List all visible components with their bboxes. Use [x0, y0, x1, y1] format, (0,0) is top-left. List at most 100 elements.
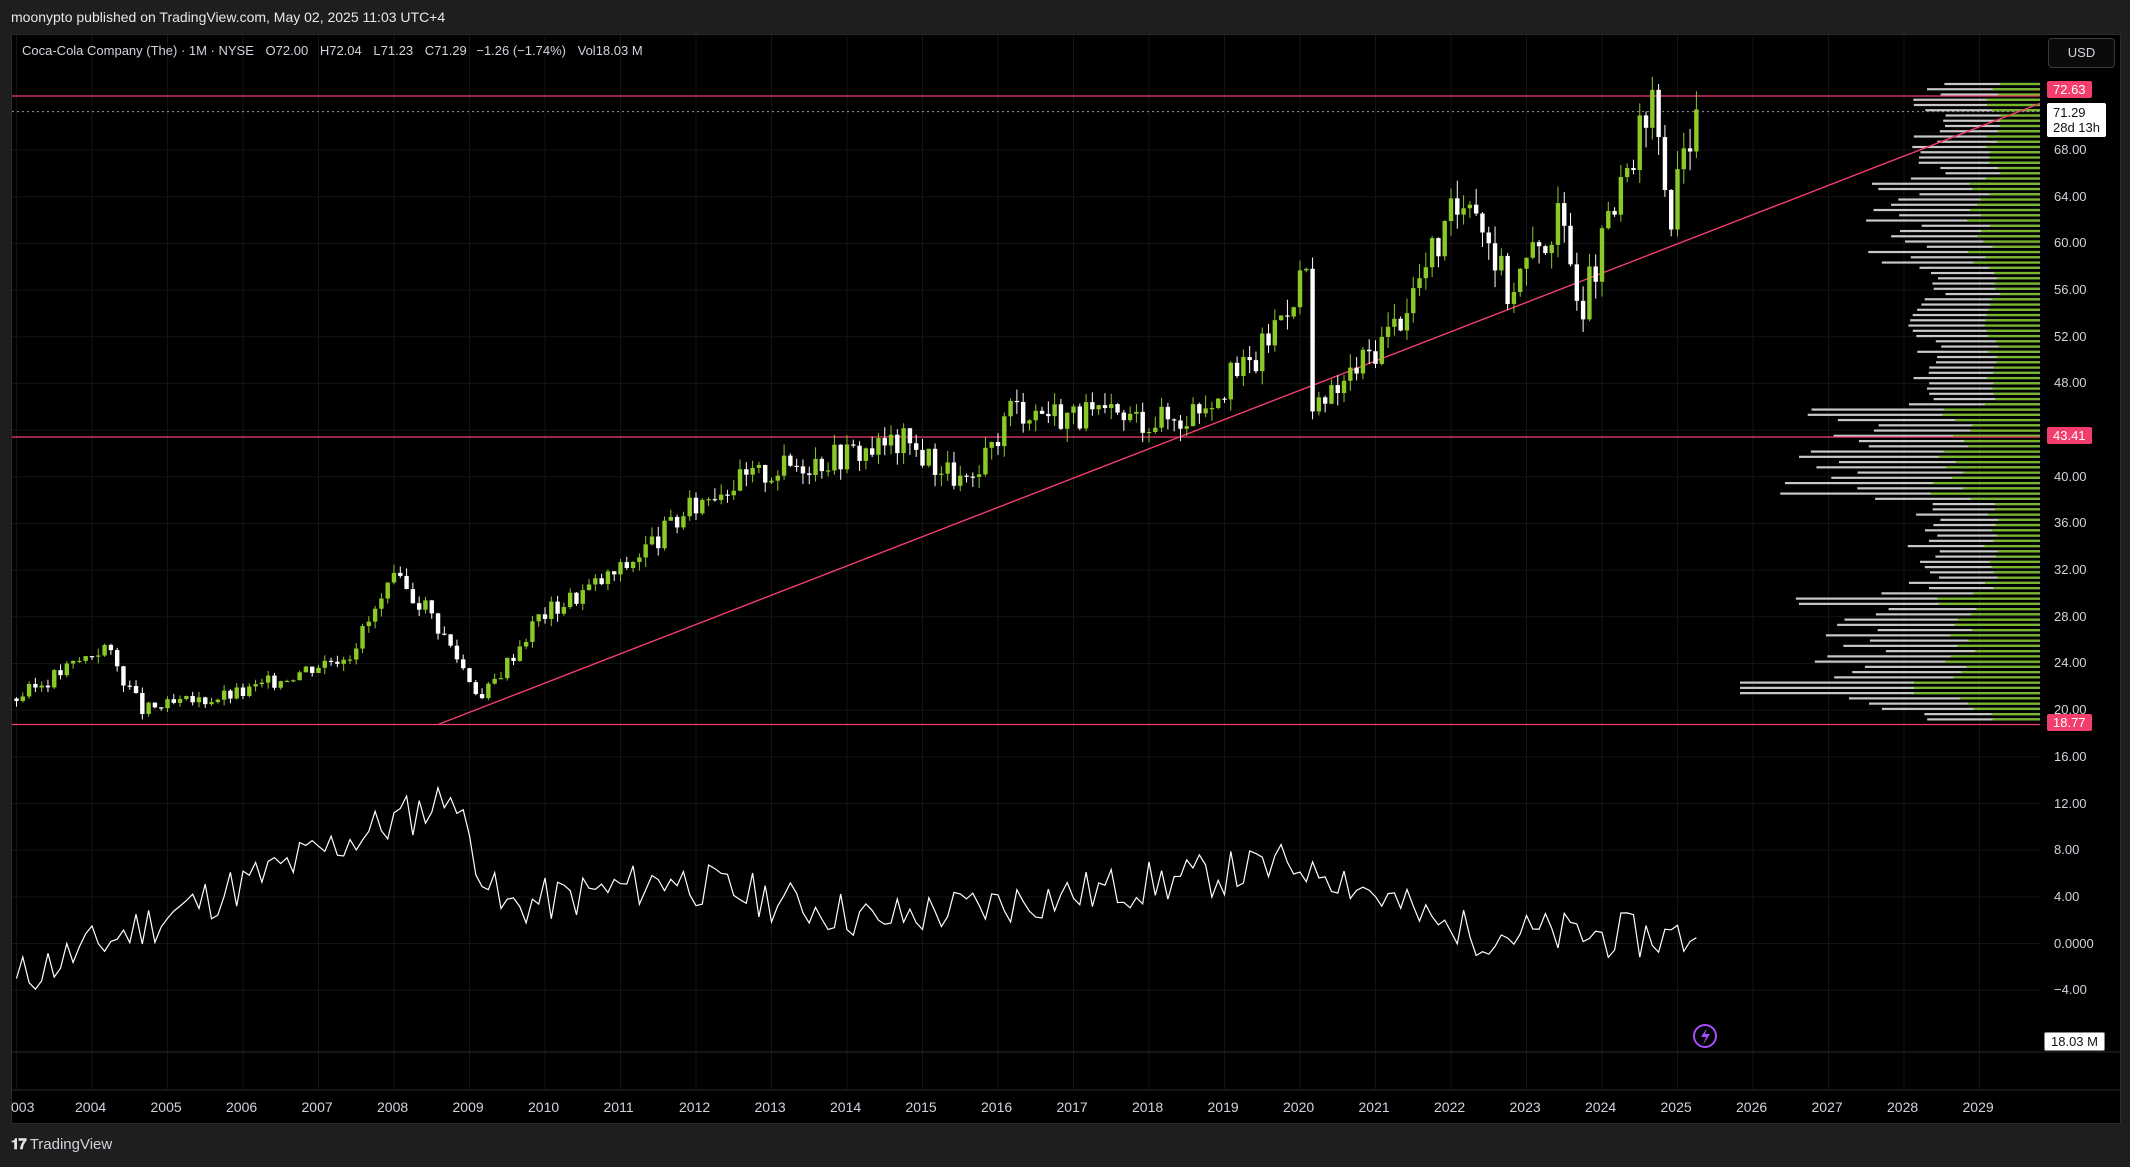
volume-profile-up-bar: [1961, 671, 2040, 674]
high-value: 72.04: [329, 43, 362, 58]
candle-up: [1002, 416, 1007, 447]
tradingview-footer[interactable]: 𝟏𝟕 TradingView: [11, 1136, 112, 1153]
volume-profile-up-bar: [1932, 481, 2040, 485]
candle-up: [1618, 177, 1624, 215]
candle-up: [221, 690, 227, 700]
volume-value-tag: 18.03 M: [2044, 1032, 2105, 1051]
candle-down: [1197, 404, 1202, 414]
volume-profile-up-bar: [1953, 676, 2040, 679]
candle-up: [1096, 405, 1101, 410]
volume-profile-up-bar: [1937, 597, 2040, 600]
candle-down: [240, 687, 246, 696]
candle-down: [1020, 401, 1026, 424]
candle-up: [196, 697, 202, 703]
candle-down: [1354, 367, 1359, 374]
volume-profile-up-bar: [1997, 576, 2040, 579]
volume-profile-up-bar: [1986, 313, 2040, 317]
candle-up: [372, 608, 378, 622]
candle-up: [769, 480, 774, 483]
candle-up: [284, 680, 290, 683]
volume-profile-up-bar: [1994, 271, 2040, 275]
candle-down: [1492, 243, 1498, 271]
candle-up: [718, 494, 724, 501]
candle-up: [958, 475, 963, 486]
candle-down: [328, 660, 334, 662]
volume-profile-up-bar: [1914, 692, 2040, 695]
volume-profile-up-bar: [1970, 429, 2040, 432]
candle-up: [1404, 313, 1410, 331]
candle-up: [1134, 411, 1139, 414]
candle-up: [989, 442, 994, 448]
candle-up: [1587, 266, 1592, 320]
candle-up: [102, 644, 107, 656]
candle-up: [341, 659, 346, 664]
oscillator-line: [15, 785, 1697, 991]
candle-up: [863, 448, 869, 461]
candle-down: [1046, 413, 1051, 417]
volume-profile-up-bar: [1914, 681, 2040, 684]
candle-up: [1392, 318, 1397, 327]
candle-down: [203, 697, 208, 705]
candle-down: [1543, 246, 1548, 254]
time-axis-label: 2018: [1132, 1099, 1164, 1115]
candle-up: [523, 641, 529, 647]
candle-down: [542, 614, 548, 619]
candle-up: [234, 687, 239, 699]
candle-up: [83, 656, 88, 661]
time-axis-label: 2020: [1283, 1099, 1315, 1115]
candle-down: [1247, 357, 1252, 361]
candle-down: [190, 696, 195, 703]
time-axis-label: 2028: [1887, 1099, 1919, 1115]
candle-up: [586, 584, 592, 591]
time-axis-label: 2015: [905, 1099, 937, 1115]
volume-profile-up-bar: [1967, 250, 2040, 254]
candle-up: [630, 562, 636, 568]
time-axis-label: 2004: [75, 1099, 107, 1115]
candle-up: [391, 572, 397, 583]
candle-down: [398, 572, 403, 576]
currency-button[interactable]: USD: [2048, 38, 2115, 68]
candle-down: [907, 428, 913, 444]
candle-down: [133, 686, 139, 693]
candle-down: [964, 475, 969, 477]
candle-down: [970, 476, 976, 478]
volume-profile-up-bar: [1986, 98, 2040, 101]
price-chart[interactable]: [0, 0, 2130, 1167]
vol-value: 18.03 M: [595, 43, 643, 58]
candle-down: [869, 448, 875, 455]
volume-profile-up-bar: [1994, 508, 2040, 511]
volume-profile-up-bar: [1997, 277, 2040, 280]
candle-up: [1241, 357, 1246, 376]
volume-profile-up-bar: [1938, 602, 2040, 605]
candle-down: [807, 473, 812, 476]
time-axis-label: 2019: [1207, 1099, 1239, 1115]
volume-profile-up-bar: [1989, 193, 2040, 196]
time-axis-label: 2017: [1056, 1099, 1088, 1115]
candle-up: [561, 606, 567, 614]
candle-down: [1669, 189, 1674, 230]
candle-up: [643, 544, 648, 558]
bar-countdown: 28d 13h: [2053, 120, 2100, 135]
candle-up: [1624, 167, 1630, 178]
candle-up: [939, 473, 944, 475]
volume-profile-up-bar: [1975, 650, 2040, 653]
candle-down: [1687, 148, 1693, 152]
volume-profile-up-bar: [1984, 324, 2040, 327]
candle-down: [1455, 198, 1460, 215]
candle-up: [737, 469, 743, 491]
price-axis-label: 32.00: [2054, 562, 2087, 578]
candle-up: [844, 444, 850, 470]
candle-up: [247, 686, 252, 696]
volume-profile-up-bar: [1973, 707, 2040, 710]
candle-up: [1360, 349, 1366, 374]
candle-down: [914, 443, 919, 450]
price-axis-label: 56.00: [2054, 282, 2087, 298]
time-axis-label: 2014: [830, 1099, 862, 1115]
candle-up: [1228, 362, 1233, 400]
time-axis-label: 2009: [452, 1099, 484, 1115]
candle-up: [26, 683, 32, 697]
candle-down: [1480, 213, 1485, 233]
candle-down: [114, 650, 120, 667]
candle-up: [756, 464, 762, 468]
candle-down: [851, 444, 856, 446]
